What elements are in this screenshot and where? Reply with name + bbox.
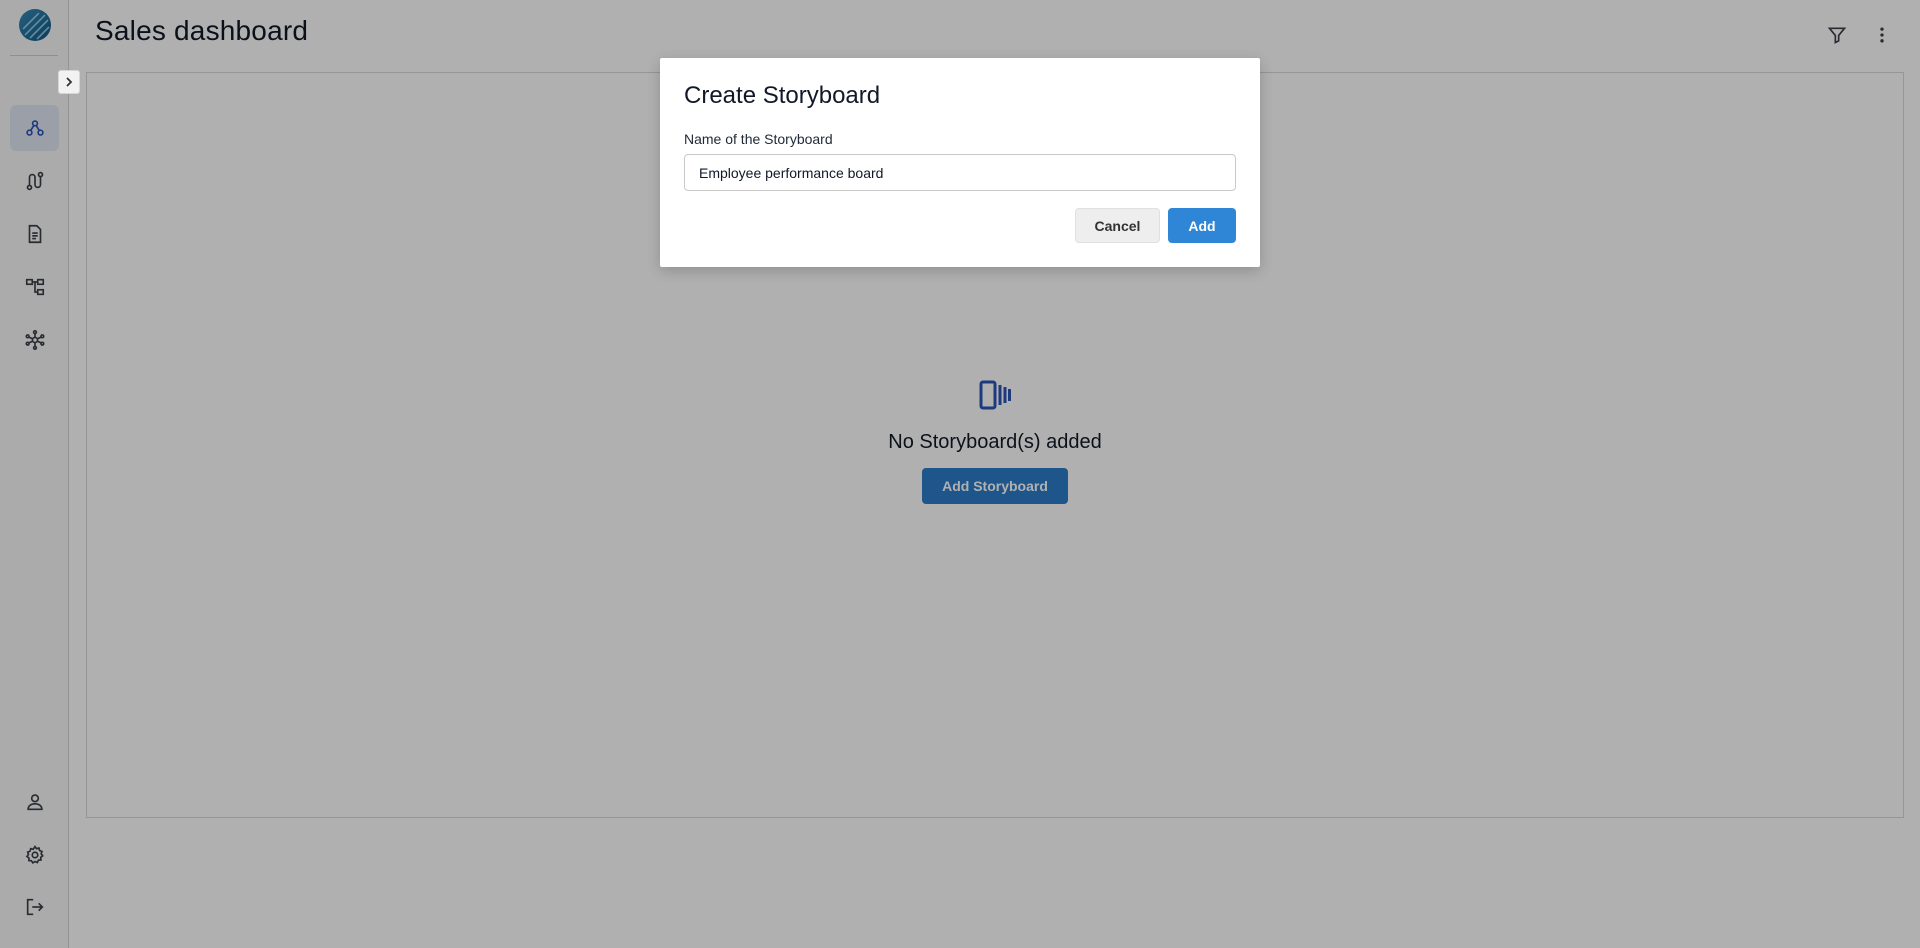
storyboard-name-input[interactable] xyxy=(684,154,1236,191)
chevron-right-icon xyxy=(66,77,73,87)
add-button[interactable]: Add xyxy=(1168,208,1236,243)
cancel-button[interactable]: Cancel xyxy=(1075,208,1160,243)
sidebar-expand-button[interactable] xyxy=(58,70,80,94)
dialog-title: Create Storyboard xyxy=(684,82,881,109)
storyboard-name-label: Name of the Storyboard xyxy=(684,131,833,147)
create-storyboard-dialog: Create Storyboard Name of the Storyboard… xyxy=(660,58,1260,267)
